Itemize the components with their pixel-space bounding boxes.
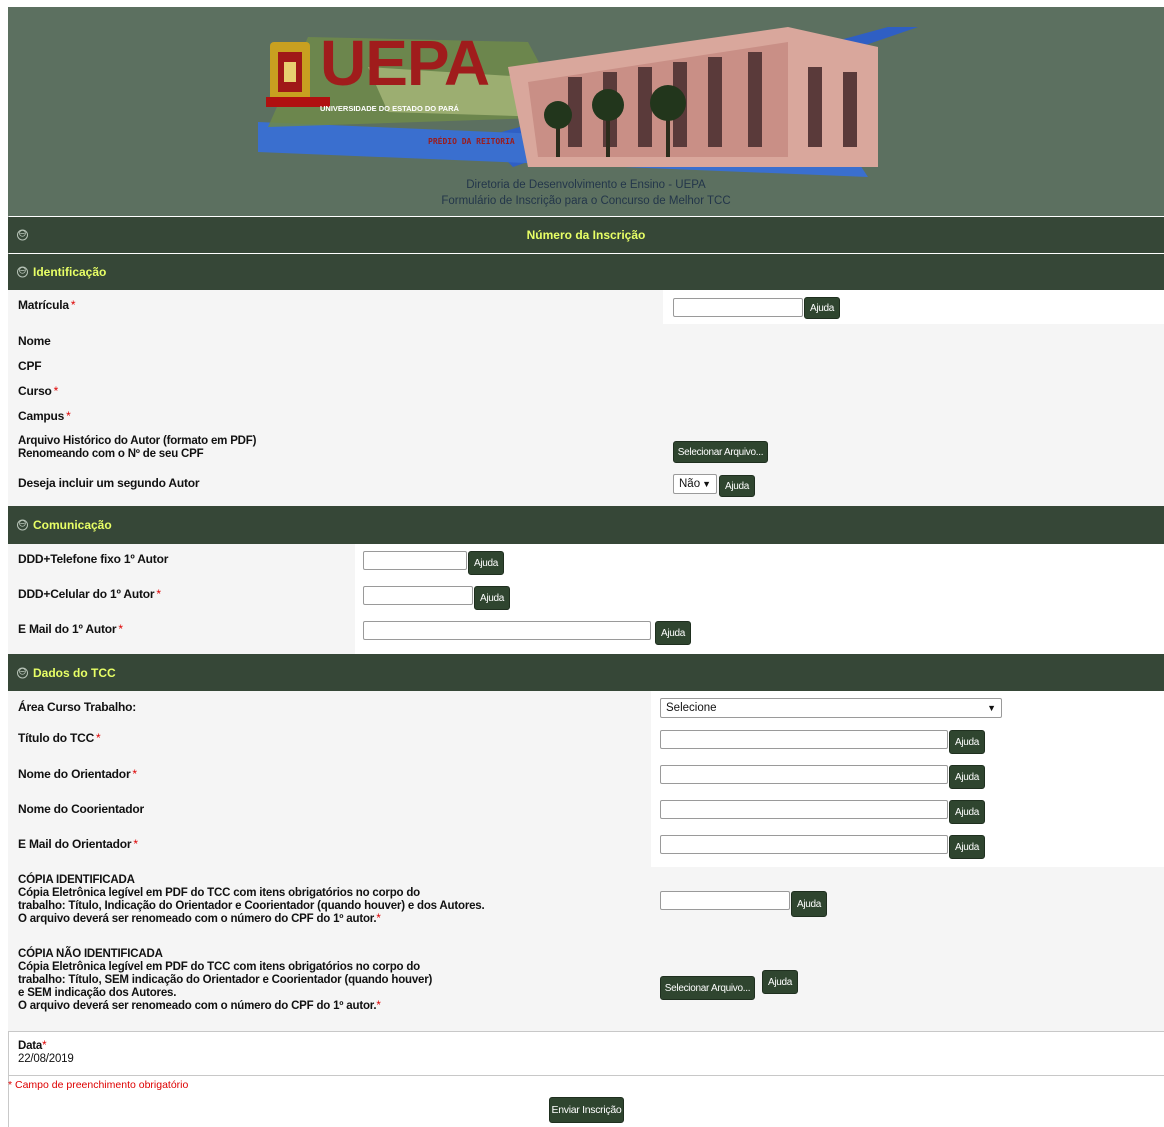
- required-note: * Campo de preenchimento obrigatório: [8, 1079, 189, 1091]
- chevron-down-icon: ▼: [702, 479, 711, 489]
- nome-label: Nome: [18, 334, 51, 348]
- coorientador-input[interactable]: [660, 800, 948, 819]
- data-value: 22/08/2019: [18, 1053, 74, 1065]
- email-orientador-label: E Mail do Orientador *: [18, 837, 138, 851]
- telefone-help-button[interactable]: Ajuda: [468, 551, 504, 575]
- copia-identificada-input[interactable]: [660, 891, 790, 910]
- titulo-help-button[interactable]: Ajuda: [949, 730, 985, 754]
- cpf-label: CPF: [18, 359, 42, 373]
- titulo-label: Título do TCC *: [18, 731, 101, 745]
- inscricao-title: Número da Inscrição: [526, 228, 646, 242]
- header-banner: UEPA UNIVERSIDADE DO ESTADO DO PARÁ PRÉD…: [8, 7, 1164, 216]
- coorientador-label: Nome do Coorientador: [18, 802, 145, 816]
- telefone-input[interactable]: [363, 551, 467, 570]
- copia-nao-identificada-help-button[interactable]: Ajuda: [762, 970, 798, 994]
- segundo-autor-label: Deseja incluir um segundo Autor: [18, 476, 200, 490]
- email-orientador-help-button[interactable]: Ajuda: [949, 835, 985, 859]
- identificacao-title: Identificação: [33, 265, 107, 279]
- celular-help-button[interactable]: Ajuda: [474, 586, 510, 610]
- orientador-help-button[interactable]: Ajuda: [949, 765, 985, 789]
- identificacao-section: [8, 290, 1164, 506]
- segundo-autor-select[interactable]: Não ▼: [673, 474, 717, 494]
- email-help-button[interactable]: Ajuda: [655, 621, 691, 645]
- data-field: Data* 22/08/2019: [18, 1040, 74, 1065]
- orientador-input[interactable]: [660, 765, 948, 784]
- email-orientador-input[interactable]: [660, 835, 948, 854]
- matricula-input[interactable]: [673, 298, 803, 317]
- email-label: E Mail do 1º Autor *: [18, 622, 123, 636]
- inscricao-header: ⊖ Número da Inscrição: [8, 217, 1164, 253]
- collapse-icon[interactable]: ⊖: [17, 667, 28, 678]
- celular-label: DDD+Celular do 1º Autor *: [18, 587, 161, 601]
- area-label: Área Curso Trabalho:: [18, 700, 137, 714]
- copia-nao-identificada-file-button[interactable]: Selecionar Arquivo...: [660, 976, 755, 1000]
- historico-file-button[interactable]: Selecionar Arquivo...: [673, 441, 768, 463]
- identificacao-header: ⊖ Identificação: [8, 254, 1164, 290]
- email-input[interactable]: [363, 621, 651, 640]
- banner-line-2: Formulário de Inscrição para o Concurso …: [441, 195, 731, 207]
- curso-label: Curso *: [18, 384, 59, 398]
- chevron-down-icon: ▼: [987, 703, 996, 713]
- comunicacao-header: ⊖ Comunicação: [8, 506, 1164, 544]
- segundo-autor-help-button[interactable]: Ajuda: [719, 475, 755, 497]
- titulo-input[interactable]: [660, 730, 948, 749]
- historico-label: Arquivo Histórico do Autor (formato em P…: [18, 435, 257, 460]
- banner-line-1: Diretoria de Desenvolvimento e Ensino - …: [466, 179, 706, 191]
- coorientador-help-button[interactable]: Ajuda: [949, 800, 985, 824]
- matricula-label: Matrícula *: [18, 298, 76, 312]
- divider: [8, 1031, 1164, 1032]
- celular-input[interactable]: [363, 586, 473, 605]
- copia-nao-identificada-label: CÓPIA NÃO IDENTIFICADA Cópia Eletrônica …: [18, 948, 433, 1012]
- collapse-icon[interactable]: ⊖: [17, 266, 28, 278]
- area-select[interactable]: Selecione ▼: [660, 698, 1002, 718]
- building-caption: PRÉDIO DA REITORIA: [428, 137, 515, 146]
- tcc-title: Dados do TCC: [33, 665, 116, 680]
- divider: [8, 1075, 1164, 1076]
- orientador-label: Nome do Orientador *: [18, 767, 137, 781]
- logo-subtitle: UNIVERSIDADE DO ESTADO DO PARÁ: [320, 104, 459, 113]
- collapse-icon[interactable]: ⊖: [17, 519, 28, 531]
- copia-identificada-help-button[interactable]: Ajuda: [791, 891, 827, 917]
- matricula-help-button[interactable]: Ajuda: [804, 297, 840, 319]
- submit-button[interactable]: Enviar Inscrição: [549, 1097, 624, 1123]
- tcc-header: ⊖ Dados do TCC: [8, 654, 1164, 691]
- telefone-label: DDD+Telefone fixo 1º Autor: [18, 552, 169, 566]
- comunicacao-title: Comunicação: [33, 518, 112, 532]
- copia-identificada-label: CÓPIA IDENTIFICADA Cópia Eletrônica legí…: [18, 874, 485, 925]
- logo-text: UEPA: [320, 27, 490, 99]
- campus-label: Campus *: [18, 409, 71, 423]
